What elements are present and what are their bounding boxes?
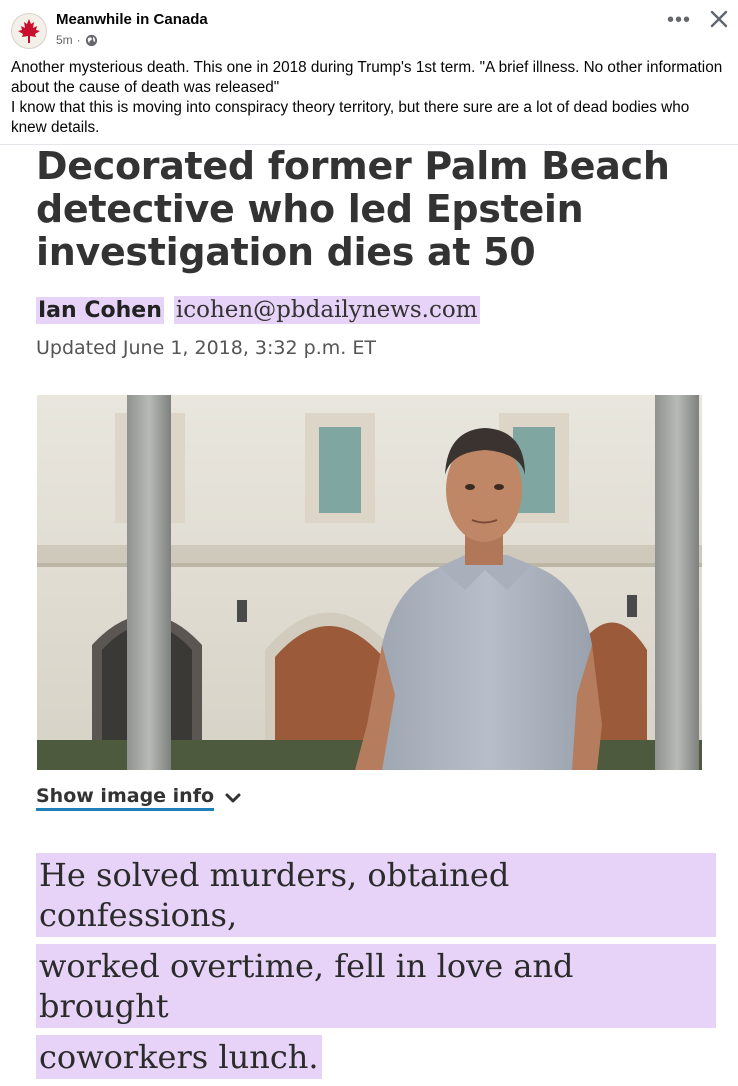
post-meta: 5m ·	[56, 33, 98, 47]
caption-line: I know that this is moving into conspira…	[11, 99, 690, 136]
article-photo[interactable]	[37, 395, 702, 770]
lede-line: coworkers lunch.	[36, 1035, 322, 1079]
show-image-info-label: Show image info	[36, 784, 215, 811]
close-icon[interactable]	[706, 6, 732, 32]
post-caption: Another mysterious death. This one in 20…	[11, 58, 729, 138]
chevron-down-icon	[225, 793, 241, 802]
article-byline: Ian Cohen icohen@pbdailynews.com	[36, 294, 480, 326]
caption-line: Another mysterious death. This one in 20…	[11, 59, 723, 96]
page-avatar[interactable]	[11, 13, 47, 49]
article-lede: He solved murders, obtained confessions,…	[36, 853, 716, 1086]
updated-timestamp: Updated June 1, 2018, 3:32 p.m. ET	[36, 337, 376, 359]
meta-separator: ·	[76, 33, 81, 47]
lede-line: worked overtime, fell in love and brough…	[36, 944, 716, 1028]
globe-icon	[85, 34, 97, 46]
more-options-icon[interactable]: •••	[667, 9, 691, 32]
maple-leaf-icon	[18, 19, 40, 43]
post-time[interactable]: 5m	[56, 33, 73, 47]
post-header: Meanwhile in Canada 5m · •••	[0, 0, 738, 56]
author-email: icohen@pbdailynews.com	[173, 296, 480, 324]
lede-line: He solved murders, obtained confessions,	[36, 853, 716, 937]
page-name[interactable]: Meanwhile in Canada	[56, 11, 208, 28]
author-name: Ian Cohen	[36, 296, 164, 324]
article-headline: Decorated former Palm Beach detective wh…	[36, 144, 670, 274]
show-image-info-button[interactable]: Show image info	[36, 784, 242, 811]
